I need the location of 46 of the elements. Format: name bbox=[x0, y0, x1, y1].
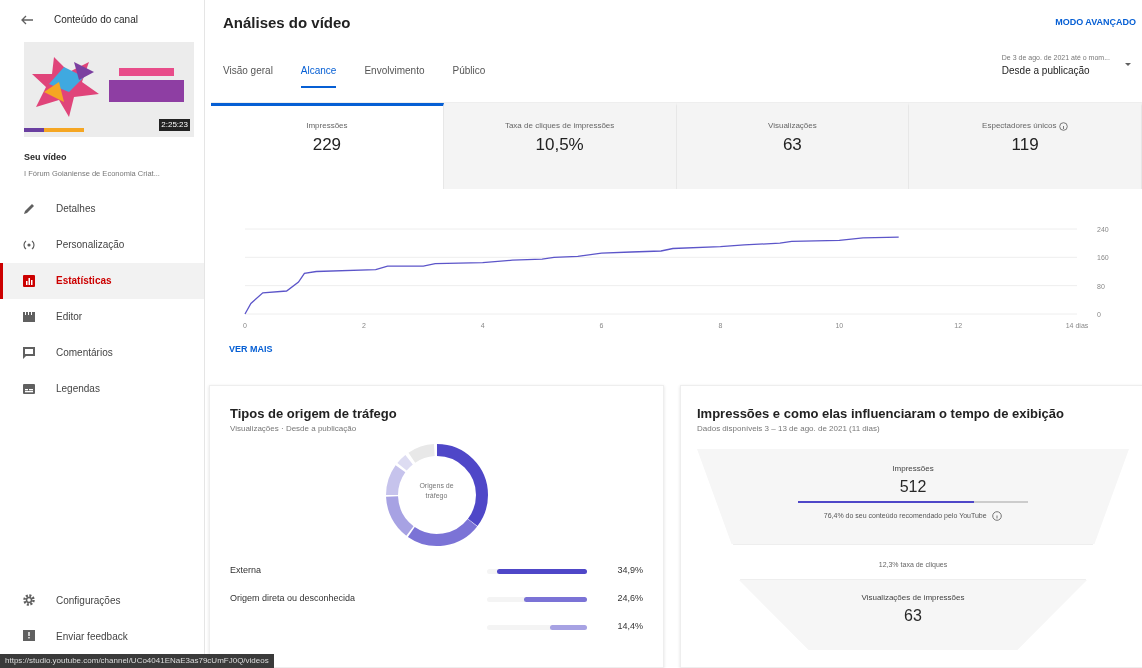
stage-value: 63 bbox=[903, 606, 923, 626]
page-title: Conteúdo do canal bbox=[54, 12, 138, 27]
source-label: Externa bbox=[230, 564, 263, 578]
video-thumbnail[interactable]: 2:25:23 bbox=[24, 42, 194, 137]
sidebar-item[interactable]: Enviar feedback bbox=[0, 618, 204, 654]
pencil-icon bbox=[22, 201, 36, 216]
percent-value: 14,4% bbox=[616, 620, 643, 634]
metric-tab[interactable]: Espectadores únicos 119 bbox=[909, 103, 1142, 189]
card-subtitle: Dados disponíveis 3 – 13 de ago. de 2021 (11 dias) bbox=[697, 423, 881, 435]
stage-label: Impressões bbox=[891, 463, 935, 475]
sidebar-item[interactable]: Personalização bbox=[0, 226, 204, 263]
caret-icon bbox=[1124, 62, 1132, 69]
sidebar-item[interactable]: Comentários bbox=[0, 334, 204, 371]
source-label: Origem direta ou desconhecida bbox=[230, 592, 357, 606]
subtitles-icon bbox=[22, 381, 36, 396]
percent-value: 24,6% bbox=[616, 592, 643, 606]
sidebar-item[interactable]: Detalhes bbox=[0, 190, 204, 227]
tab[interactable]: Envolvimento bbox=[364, 63, 425, 88]
info-icon bbox=[992, 511, 1003, 522]
sidebar-item[interactable]: Configurações bbox=[0, 582, 204, 618]
metric-tab[interactable]: Taxa de cliques de impressões 10,5% bbox=[443, 103, 677, 189]
card-title: Tipos de origem de tráfego bbox=[230, 404, 398, 423]
feedback-icon bbox=[22, 629, 36, 643]
stage-label: Visualizações de impressões bbox=[860, 592, 966, 604]
sidebar-item[interactable]: Estatísticas bbox=[0, 262, 204, 299]
advanced-mode-link[interactable]: MODO AVANÇADO bbox=[1055, 16, 1136, 30]
metric-tab[interactable]: Visualizações 63 bbox=[676, 103, 910, 189]
tab[interactable]: Público bbox=[452, 63, 486, 88]
metric-tab[interactable]: Impressões 229 bbox=[211, 103, 444, 189]
tab[interactable]: Alcance bbox=[300, 63, 337, 88]
card-subtitle: Visualizações · Desde a publicação bbox=[230, 423, 358, 435]
settings-icon bbox=[22, 593, 36, 607]
stage-value: 512 bbox=[898, 477, 928, 497]
page-heading: Análises do vídeo bbox=[223, 12, 351, 33]
comment-icon bbox=[22, 345, 36, 360]
see-more-link[interactable]: VER MAIS bbox=[229, 343, 273, 357]
card-title: Impressões e como elas influenciaram o tempo de exibição bbox=[697, 404, 1066, 423]
stats-icon bbox=[22, 273, 36, 288]
video-heading: Seu vídeo bbox=[23, 151, 68, 164]
status-url: https://studio.youtube.com/channel/UCo4041ENaE3as79cUmFJ0Q/videos bbox=[0, 654, 274, 668]
percent-value: 34,9% bbox=[616, 564, 643, 578]
video-duration: 2:25:23 bbox=[159, 119, 190, 131]
tab[interactable]: Visão geral bbox=[223, 63, 273, 88]
film-icon bbox=[22, 309, 36, 324]
sidebar-item[interactable]: Editor bbox=[0, 298, 204, 335]
sidebar-item[interactable]: Legendas bbox=[0, 370, 204, 407]
